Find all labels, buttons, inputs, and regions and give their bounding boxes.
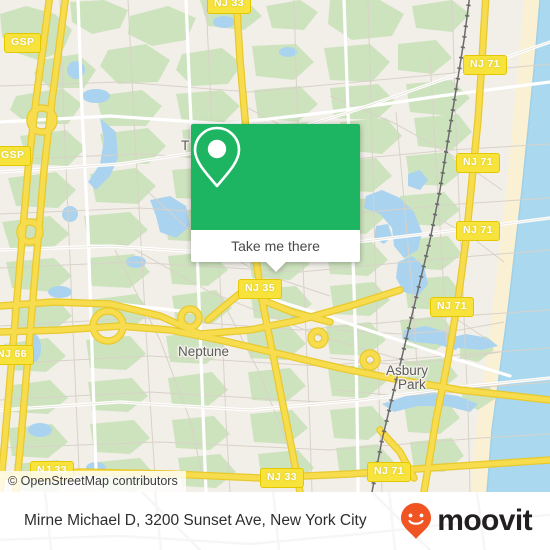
card-action-bar[interactable]: Take me there bbox=[191, 230, 360, 262]
place-label-partial-town: T bbox=[181, 138, 190, 153]
place-label-neptune: Neptune bbox=[178, 344, 230, 359]
highway-shield: NJ 71 bbox=[367, 462, 412, 482]
location-title: Mirne Michael D, 3200 Sunset Ave, New Yo… bbox=[24, 512, 367, 529]
location-pin-icon bbox=[193, 126, 241, 188]
moovit-pin-icon bbox=[401, 503, 432, 539]
highway-shield: NJ 66 bbox=[0, 345, 35, 365]
card-pointer-tail bbox=[264, 261, 287, 272]
moovit-wordmark: moovit bbox=[437, 504, 532, 537]
highway-shield: GSP bbox=[0, 146, 32, 166]
highway-shield: NJ 71 bbox=[463, 55, 508, 75]
highway-shield: NJ 71 bbox=[456, 221, 501, 241]
highway-shield: NJ 71 bbox=[430, 297, 475, 317]
osm-attribution[interactable]: © OpenStreetMap contributors bbox=[0, 471, 186, 492]
highway-shield: NJ 33 bbox=[207, 0, 252, 14]
take-me-there-label: Take me there bbox=[231, 238, 320, 254]
highway-shield: GSP bbox=[4, 33, 42, 53]
map-canvas[interactable]: GSP GSP NJ 66 NJ 33 NJ 71 NJ 71 NJ 71 NJ… bbox=[0, 0, 550, 492]
place-label-asbury-park-2: Park bbox=[398, 377, 426, 392]
moovit-logo[interactable]: moovit bbox=[399, 502, 533, 540]
take-me-there-card[interactable]: Take me there bbox=[191, 124, 360, 272]
footer-bar: Mirne Michael D, 3200 Sunset Ave, New Yo… bbox=[0, 492, 550, 550]
place-label-asbury-park: Asbury bbox=[386, 363, 429, 378]
highway-shield: NJ 71 bbox=[456, 153, 501, 173]
highway-shield: NJ 35 bbox=[238, 279, 283, 299]
moovit-map-screenshot: GSP GSP NJ 66 NJ 33 NJ 71 NJ 71 NJ 71 NJ… bbox=[0, 0, 550, 550]
highway-shield: NJ 33 bbox=[260, 468, 305, 488]
card-header bbox=[191, 124, 360, 230]
